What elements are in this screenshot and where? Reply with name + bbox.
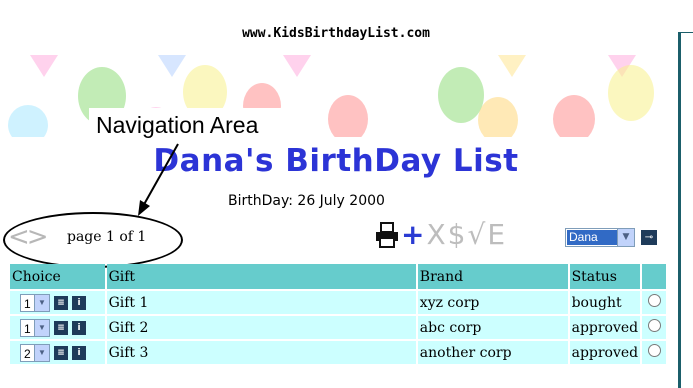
chevron-down-icon[interactable]: ▼ [34,319,49,336]
approve-icon[interactable]: √ [467,220,485,250]
table-row: 2 ▼ ≡ i Gift 3 another corp approved [10,341,666,364]
table-row: 1 ▼ ≡ i Gift 2 abc corp approved [10,316,666,339]
brand-cell: another corp [417,341,568,364]
choice-cell: 2 ▼ ≡ i [10,341,105,364]
radio-cell [642,291,666,314]
table-row: 1 ▼ ≡ i Gift 1 xyz corp bought [10,291,666,314]
info-icon[interactable]: i [72,345,86,360]
brand-cell: abc corp [417,316,568,339]
details-icon[interactable]: ≡ [54,295,68,310]
row-radio[interactable] [647,319,661,332]
radio-cell [642,316,666,339]
info-icon[interactable]: i [72,295,86,310]
status-cell: bought [569,291,641,314]
chevron-down-icon[interactable]: ▼ [34,344,49,361]
toolbar: + X $ √ E [375,220,507,250]
gift-cell: Gift 1 [106,291,416,314]
delete-icon[interactable]: X [426,220,445,250]
choice-select[interactable]: 2 ▼ [20,343,50,362]
choice-value: 1 [24,296,31,311]
choice-value: 2 [24,346,31,361]
details-icon[interactable]: ≡ [54,345,68,360]
table-header-row: Choice Gift Brand Status [10,264,666,289]
gift-cell: Gift 3 [106,341,416,364]
edit-icon[interactable]: E [487,220,505,250]
header-gift: Gift [106,264,416,289]
user-select-value: Dana [567,230,619,245]
header-brand: Brand [417,264,568,289]
choice-cell: 1 ▼ ≡ i [10,316,105,339]
gift-cell: Gift 2 [106,316,416,339]
row-radio[interactable] [647,294,661,307]
status-cell: approved [569,341,641,364]
brand-cell: xyz corp [417,291,568,314]
price-icon[interactable]: $ [448,220,466,250]
header-select [642,264,666,289]
key-icon[interactable]: ⊸ [640,229,658,246]
choice-cell: 1 ▼ ≡ i [10,291,105,314]
header-status: Status [569,264,641,289]
gift-table: Choice Gift Brand Status 1 ▼ ≡ i Gift 1 x… [8,262,668,366]
chevron-down-icon[interactable]: ▼ [617,229,634,246]
details-icon[interactable]: ≡ [54,320,68,335]
status-cell: approved [569,316,641,339]
printer-icon[interactable] [375,222,399,248]
radio-cell [642,341,666,364]
add-icon[interactable]: + [401,220,424,250]
choice-value: 1 [24,321,31,336]
info-icon[interactable]: i [72,320,86,335]
user-select[interactable]: Dana ▼ [565,228,635,247]
choice-select[interactable]: 1 ▼ [20,318,50,337]
choice-select[interactable]: 1 ▼ [20,293,50,312]
header-choice: Choice [10,264,105,289]
row-radio[interactable] [647,344,661,357]
chevron-down-icon[interactable]: ▼ [34,294,49,311]
